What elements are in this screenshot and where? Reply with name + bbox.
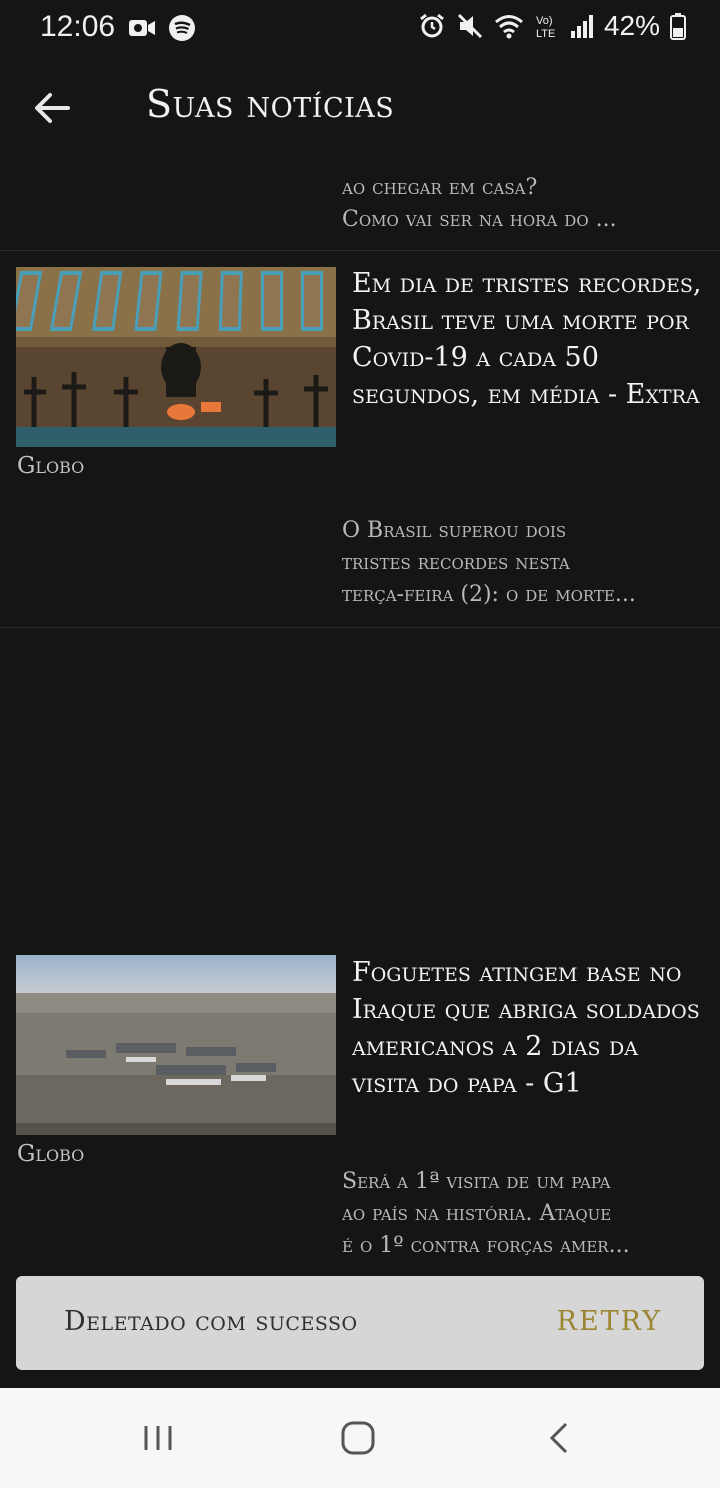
news-desc-line: O Brasil superou dois xyxy=(342,518,567,543)
news-card[interactable]: Globo Em dia de tristes recordes, Brasil… xyxy=(0,251,720,628)
status-time: 12:06 xyxy=(40,10,116,43)
back-button[interactable] xyxy=(30,86,80,130)
news-feed[interactable]: ao chegar em casa? Como vai ser na hora … xyxy=(0,160,720,1276)
app-bar: Suas notícias xyxy=(0,56,720,160)
page-title: Suas notícias xyxy=(146,82,395,126)
snackbar: Deletado com sucesso RETRY xyxy=(16,1276,704,1370)
iraq-base-aerial-photo xyxy=(16,955,336,1135)
news-desc-line: tristes recordes nesta xyxy=(342,550,570,575)
news-source: Globo xyxy=(17,1141,85,1167)
news-desc-line: ao país na história. Ataque xyxy=(342,1201,612,1226)
news-desc-line: é o 1º contra forças amer... xyxy=(342,1233,630,1258)
alarm-icon xyxy=(420,13,444,38)
spotify-icon xyxy=(169,15,195,41)
nav-back-button[interactable] xyxy=(540,1418,580,1458)
retry-button[interactable]: RETRY xyxy=(557,1306,662,1337)
news-description: O Brasil superou dois tristes recordes n… xyxy=(342,515,692,611)
mute-icon xyxy=(457,13,483,39)
cemetery-graves-photo xyxy=(16,267,336,447)
status-left-icons xyxy=(128,14,196,42)
video-camera-icon xyxy=(129,20,155,36)
news-desc-line: terça-feira (2): o de morte... xyxy=(342,582,636,607)
svg-text:LTE: LTE xyxy=(536,28,555,40)
battery-percent: 42% xyxy=(603,10,660,41)
home-button[interactable] xyxy=(338,1418,378,1458)
news-card-desc-line: ao chegar em casa? xyxy=(342,175,538,200)
signal-icon xyxy=(570,15,593,38)
recent-apps-button[interactable] xyxy=(138,1418,178,1458)
recent-apps-icon xyxy=(144,1426,172,1450)
volte-icon: Vo) LTE xyxy=(536,15,555,40)
news-card-partial[interactable]: ao chegar em casa? Como vai ser na hora … xyxy=(0,160,720,251)
back-icon xyxy=(549,1422,568,1454)
battery-icon xyxy=(670,13,686,40)
svg-text:Vo): Vo) xyxy=(536,15,553,27)
news-desc-line: Será a 1ª visita de um papa xyxy=(342,1169,611,1194)
news-card-desc-line: Como vai ser na hora do ... xyxy=(342,207,617,232)
news-source: Globo xyxy=(17,453,85,479)
status-bar: 12:06 Vo) LTE 42% xyxy=(0,0,720,56)
arrow-left-icon xyxy=(35,93,70,123)
news-headline: Em dia de tristes recordes, Brasil teve … xyxy=(352,268,702,410)
news-headline: Foguetes atingem base no Iraque que abri… xyxy=(352,957,700,1099)
home-icon xyxy=(341,1421,375,1455)
system-nav-bar xyxy=(0,1388,720,1488)
status-right-icons: Vo) LTE 42% xyxy=(418,10,686,42)
wifi-icon xyxy=(494,15,523,39)
news-card[interactable]: Globo Foguetes atingem base no Iraque qu… xyxy=(0,940,720,1276)
news-description: Será a 1ª visita de um papa ao país na h… xyxy=(342,1166,692,1262)
snackbar-message: Deletado com sucesso xyxy=(64,1306,358,1337)
